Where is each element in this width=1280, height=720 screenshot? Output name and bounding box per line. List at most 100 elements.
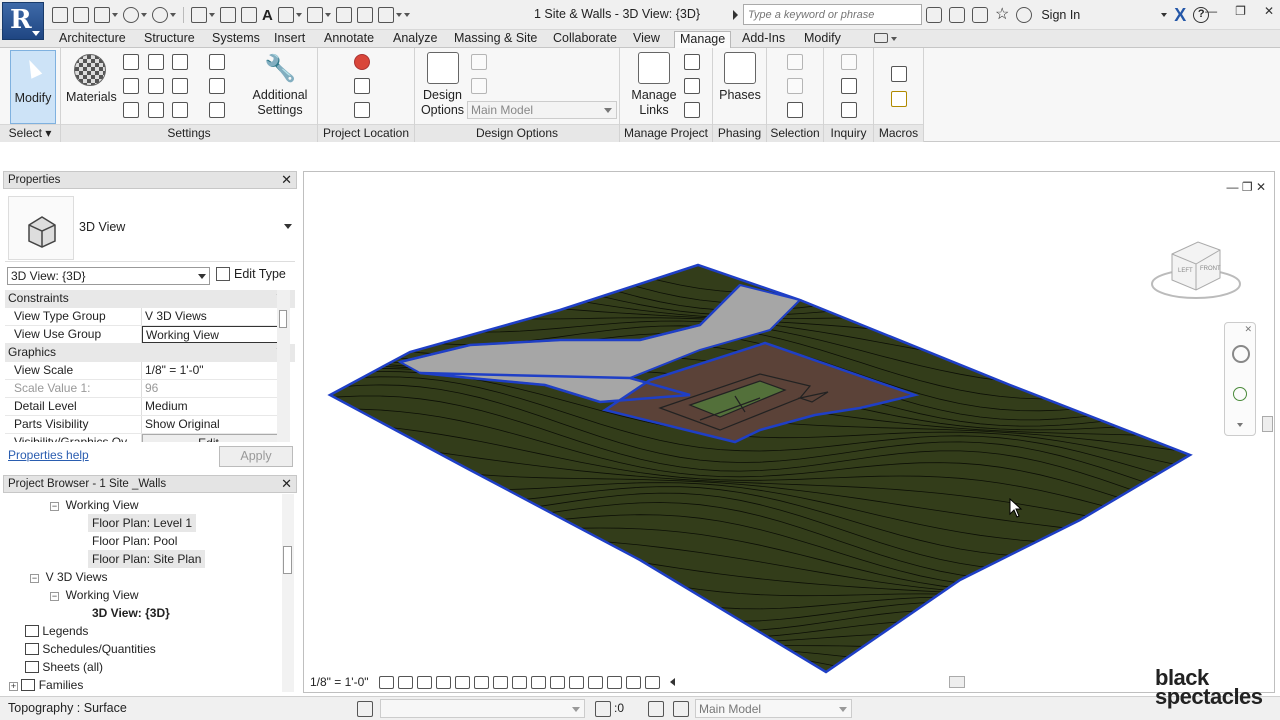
property-row[interactable]: Detail Level Medium bbox=[5, 398, 282, 416]
property-row[interactable]: View Scale 1/8" = 1'-0" bbox=[5, 362, 282, 380]
tree-node-active-view[interactable]: 3D View: {3D} bbox=[92, 604, 170, 622]
design-option-select[interactable]: Main Model bbox=[695, 699, 852, 718]
decal-types-icon[interactable] bbox=[684, 102, 700, 118]
aligned-dimension-icon[interactable] bbox=[220, 7, 236, 23]
property-row[interactable]: Parts Visibility Show Original bbox=[5, 416, 282, 434]
phases-button[interactable]: Phases bbox=[717, 52, 763, 103]
instance-filter-select[interactable]: 3D View: {3D} bbox=[7, 267, 210, 285]
binoculars-icon[interactable] bbox=[926, 7, 942, 23]
search-input[interactable] bbox=[743, 4, 922, 25]
active-design-option-select[interactable]: Main Model bbox=[467, 101, 617, 119]
tab-add-ins[interactable]: Add-Ins bbox=[737, 31, 790, 48]
modify-button[interactable]: Modify bbox=[10, 50, 56, 124]
steering-wheel-icon[interactable] bbox=[1232, 345, 1250, 363]
edit-selection-icon[interactable] bbox=[787, 102, 803, 118]
apply-button[interactable]: Apply bbox=[219, 446, 293, 467]
communication-icon[interactable] bbox=[972, 7, 988, 23]
position-icon[interactable] bbox=[354, 102, 370, 118]
analytical-model-icon[interactable] bbox=[587, 675, 603, 689]
manage-links-button[interactable]: Manage Links bbox=[627, 52, 681, 118]
object-styles-icon[interactable] bbox=[123, 54, 139, 70]
transfer-standards-icon[interactable] bbox=[123, 102, 139, 118]
tree-node[interactable]: Sheets (all) bbox=[25, 658, 103, 676]
tag-icon[interactable] bbox=[241, 7, 257, 23]
close-properties-icon[interactable]: ✕ bbox=[281, 173, 292, 187]
properties-scrollbar[interactable] bbox=[277, 290, 290, 442]
tree-node[interactable]: Floor Plan: Level 1 bbox=[88, 514, 197, 532]
viewcube[interactable]: LEFT FRONT bbox=[1150, 236, 1245, 306]
structural-settings-icon[interactable] bbox=[209, 54, 225, 70]
macro-security-icon[interactable] bbox=[891, 91, 907, 107]
scroll-left-icon[interactable] bbox=[669, 678, 675, 686]
manage-images-icon[interactable] bbox=[684, 54, 700, 70]
subscription-icon[interactable] bbox=[949, 7, 965, 23]
minimize-button[interactable]: — bbox=[1205, 4, 1217, 18]
unlock-view-icon[interactable] bbox=[511, 675, 527, 689]
shadows-icon[interactable] bbox=[435, 675, 451, 689]
section-icon[interactable] bbox=[306, 7, 323, 23]
highlight-displacement-icon[interactable] bbox=[606, 675, 622, 689]
reveal-hidden-icon[interactable] bbox=[549, 675, 565, 689]
sign-in-button[interactable]: Sign In bbox=[1041, 8, 1080, 22]
sync-icon[interactable] bbox=[94, 7, 110, 23]
undo-icon[interactable] bbox=[123, 7, 139, 23]
select-dropdown[interactable]: Select ▾ bbox=[0, 124, 60, 142]
tab-view[interactable]: View bbox=[628, 31, 665, 48]
exclude-options-icon[interactable] bbox=[673, 701, 689, 717]
worksets-icon[interactable] bbox=[357, 701, 373, 717]
measure-icon[interactable] bbox=[191, 7, 207, 23]
tab-insert[interactable]: Insert bbox=[269, 31, 310, 48]
project-information-icon[interactable] bbox=[172, 54, 188, 70]
panel-schedule-templates-icon[interactable] bbox=[209, 102, 225, 118]
view-close-button[interactable]: ✕ bbox=[1256, 180, 1266, 194]
tab-systems[interactable]: Systems bbox=[207, 31, 265, 48]
zoom-region-icon[interactable] bbox=[1233, 387, 1247, 401]
tab-architecture[interactable]: Architecture bbox=[54, 31, 131, 48]
redo-icon[interactable] bbox=[152, 7, 168, 23]
tree-node[interactable]: Schedules/Quantities bbox=[25, 640, 156, 658]
restore-button[interactable]: ❐ bbox=[1235, 4, 1246, 18]
save-icon[interactable] bbox=[73, 7, 89, 23]
sign-in-dropdown-icon[interactable] bbox=[1161, 13, 1168, 17]
close-hidden-windows-icon[interactable] bbox=[356, 7, 373, 23]
mep-settings-icon[interactable] bbox=[209, 78, 225, 94]
view-use-group-field[interactable]: Working View bbox=[142, 326, 282, 343]
tab-manage[interactable]: Manage bbox=[674, 31, 732, 48]
application-menu-button[interactable]: R bbox=[2, 2, 44, 40]
drawing-area[interactable]: — ❐ ✕ bbox=[303, 171, 1275, 693]
snaps-icon[interactable] bbox=[148, 54, 164, 70]
purge-unused-icon[interactable] bbox=[148, 102, 164, 118]
open-icon[interactable] bbox=[52, 7, 68, 23]
ribbon-minimize-icon[interactable] bbox=[874, 33, 888, 43]
view-scale-button[interactable]: 1/8" = 1'-0" bbox=[310, 675, 369, 689]
view-minimize-button[interactable]: — bbox=[1226, 180, 1238, 194]
thin-lines-icon[interactable] bbox=[335, 7, 352, 23]
close-button[interactable]: ✕ bbox=[1264, 4, 1274, 18]
close-project-browser-icon[interactable]: ✕ bbox=[281, 477, 292, 491]
viewport-vertical-scrollbar[interactable] bbox=[1262, 416, 1273, 432]
detail-level-icon[interactable] bbox=[378, 675, 394, 689]
project-browser-scrollbar[interactable] bbox=[282, 494, 294, 692]
viewport-horizontal-scrollbar[interactable] bbox=[949, 676, 965, 688]
exchange-apps-icon[interactable]: X bbox=[1174, 6, 1186, 24]
tab-annotate[interactable]: Annotate bbox=[319, 31, 379, 48]
tree-node[interactable]: − Working View bbox=[50, 496, 139, 514]
temporary-view-properties-icon[interactable] bbox=[644, 675, 660, 689]
macro-manager-icon[interactable] bbox=[891, 66, 907, 82]
user-icon[interactable] bbox=[1016, 7, 1033, 23]
text-icon[interactable]: A bbox=[262, 7, 273, 24]
tree-node[interactable]: Floor Plan: Site Plan bbox=[88, 550, 206, 568]
select-by-id-icon[interactable] bbox=[841, 78, 857, 94]
switch-windows-icon[interactable] bbox=[377, 7, 394, 23]
additional-settings-button[interactable]: 🔧 Additional Settings bbox=[249, 52, 311, 118]
temporary-hide-icon[interactable] bbox=[530, 675, 546, 689]
ribbon-options-dropdown-icon[interactable] bbox=[891, 37, 897, 41]
tree-node[interactable]: Legends bbox=[25, 622, 88, 640]
tree-node[interactable]: + Families bbox=[9, 676, 83, 692]
worksharing-display-icon[interactable] bbox=[568, 675, 584, 689]
properties-help-link[interactable]: Properties help bbox=[8, 448, 89, 462]
location-icon[interactable] bbox=[354, 54, 370, 70]
warnings-icon[interactable] bbox=[841, 102, 857, 118]
search-expand-icon[interactable] bbox=[733, 10, 738, 20]
navbar-options-icon[interactable] bbox=[1237, 423, 1243, 427]
